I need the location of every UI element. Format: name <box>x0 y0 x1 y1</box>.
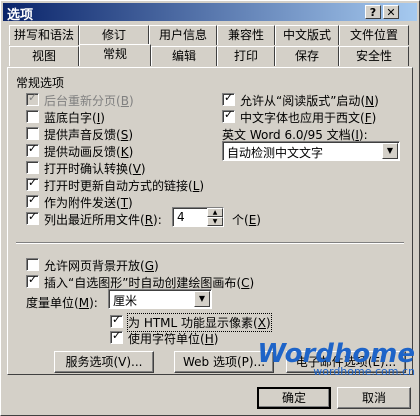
dialog-title: 选项 <box>7 8 34 23</box>
tab-track-changes[interactable]: 修订 <box>79 25 149 45</box>
chevron-down-icon[interactable]: ▼ <box>382 143 398 159</box>
tab-edit[interactable]: 编辑 <box>151 46 217 66</box>
send-as-attachment-label: 作为附件发送(T) <box>44 196 133 210</box>
web-background-checkbox[interactable] <box>26 258 39 271</box>
service-options-button[interactable]: 服务选项(V)... <box>54 351 154 373</box>
update-links-checkbox[interactable]: ✓ <box>26 176 39 191</box>
update-links-label: 打开时更新自动方式的链接(L) <box>44 179 205 193</box>
send-as-attachment-checkbox[interactable]: ✓ <box>26 193 39 208</box>
recent-files-unit: 个(E) <box>232 213 261 227</box>
background-repagination-label: 后台重新分页(B) <box>44 94 134 108</box>
confirm-conversion-checkbox[interactable] <box>26 161 39 174</box>
tab-file-locations[interactable]: 文件位置 <box>339 25 409 45</box>
blue-background-label: 蓝底白字(I) <box>44 111 105 125</box>
english-word-select[interactable]: 自动检测中文文字 ▼ <box>222 141 400 161</box>
recent-files-label: 列出最近所用文件(R): <box>44 213 162 227</box>
background-repagination-checkbox[interactable]: ✓ <box>26 91 39 106</box>
spin-down-button[interactable]: ▼ <box>207 217 223 226</box>
allow-reading-layout-checkbox[interactable]: ✓ <box>222 91 235 106</box>
spin-up-button[interactable]: ▲ <box>207 208 223 217</box>
help-button[interactable]: ? <box>365 5 381 19</box>
chevron-down-icon[interactable]: ▼ <box>194 291 210 307</box>
options-dialog: 选项 ? ✕ 拼写和语法 修订 用户信息 兼容性 中文版式 文件位置 视图 常规… <box>0 0 420 416</box>
watermark-url: wordhome.com.cn <box>313 365 415 378</box>
animation-feedback-checkbox[interactable]: ✓ <box>26 142 39 157</box>
sound-feedback-checkbox[interactable] <box>26 127 39 140</box>
chinese-font-western-checkbox[interactable]: ✓ <box>222 108 235 123</box>
web-background-label: 允许网页背景开放(G) <box>44 259 159 273</box>
tab-save[interactable]: 保存 <box>275 46 339 66</box>
close-button[interactable]: ✕ <box>383 5 399 19</box>
units-select[interactable]: 厘米 ▼ <box>108 289 212 309</box>
tab-security[interactable]: 安全性 <box>339 46 409 66</box>
drawing-canvas-checkbox[interactable]: ✓ <box>26 273 39 288</box>
recent-files-checkbox[interactable]: ✓ <box>26 210 39 225</box>
tab-view[interactable]: 视图 <box>9 46 79 66</box>
general-panel: 常规选项 ✓ 后台重新分页(B) 蓝底白字(I) 提供声音反馈(S) ✓ 提供动… <box>7 67 413 375</box>
divider <box>16 242 404 244</box>
tab-chinese-layout[interactable]: 中文版式 <box>275 25 339 45</box>
tab-print[interactable]: 打印 <box>217 46 275 66</box>
cancel-button[interactable]: 取消 <box>337 387 411 409</box>
tab-compatibility[interactable]: 兼容性 <box>217 25 275 45</box>
tab-general[interactable]: 常规 <box>79 44 151 66</box>
group-label: 常规选项 <box>16 76 65 90</box>
char-units-checkbox[interactable]: ✓ <box>110 329 123 344</box>
units-label: 度量单位(M): <box>26 296 98 310</box>
html-pixels-label: 为 HTML 功能显示像素(X) <box>127 313 272 332</box>
blue-background-checkbox[interactable] <box>26 110 39 123</box>
confirm-conversion-label: 打开时确认转换(V) <box>44 162 146 176</box>
chinese-font-western-label: 中文字体也应用于西文(F) <box>240 111 377 125</box>
ok-button[interactable]: 确定 <box>257 387 331 409</box>
title-bar: 选项 ? ✕ <box>3 3 417 23</box>
tab-user-info[interactable]: 用户信息 <box>149 25 217 45</box>
tab-spelling-grammar[interactable]: 拼写和语法 <box>9 25 79 45</box>
animation-feedback-label: 提供动画反馈(K) <box>44 145 134 159</box>
allow-reading-layout-label: 允许从“阅读版式”启动(N) <box>240 94 379 108</box>
html-pixels-checkbox[interactable]: ✓ <box>110 313 123 328</box>
char-units-label: 使用字符单位(H) <box>128 332 219 346</box>
sound-feedback-label: 提供声音反馈(S) <box>44 128 134 142</box>
